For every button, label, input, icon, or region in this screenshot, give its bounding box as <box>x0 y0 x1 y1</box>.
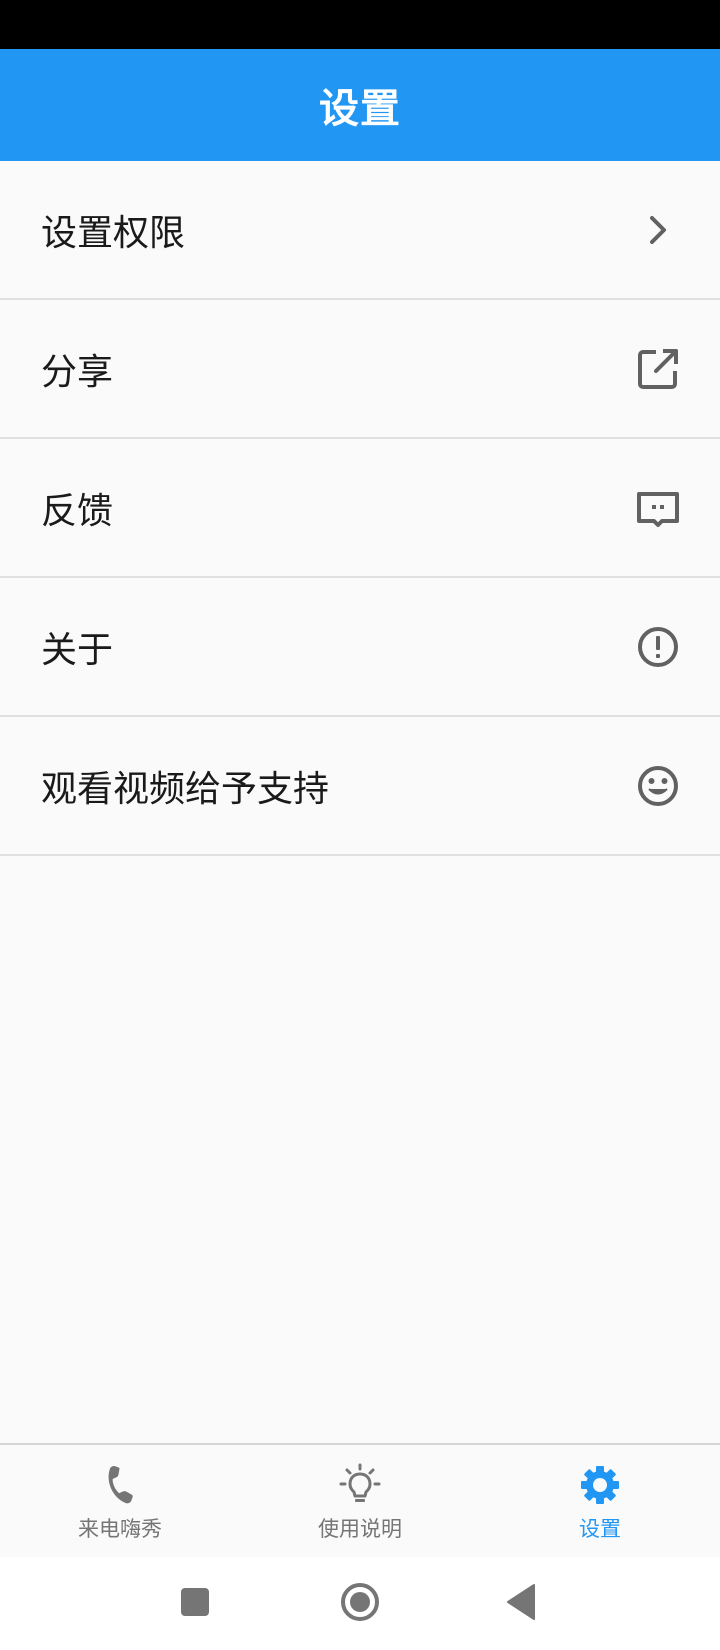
recents-square-icon[interactable] <box>170 1577 220 1627</box>
open-in-new-icon <box>636 347 680 391</box>
nav-item-label: 使用说明 <box>318 1517 402 1541</box>
settings-item-label: 设置权限 <box>41 212 186 254</box>
info-alert-icon <box>636 625 680 669</box>
settings-item-label: 关于 <box>41 629 114 671</box>
settings-item-label: 观看视频给予支持 <box>41 768 330 810</box>
system-navigation-bar <box>0 1557 720 1650</box>
chevron-right-icon <box>636 208 680 252</box>
phone-icon <box>98 1463 142 1507</box>
nav-item-label: 来电嗨秀 <box>78 1517 162 1541</box>
home-circle-icon[interactable] <box>335 1577 385 1627</box>
status-bar <box>0 0 720 49</box>
settings-item-share[interactable]: 分享 <box>0 300 720 439</box>
page-title: 设置 <box>319 86 401 132</box>
settings-item-feedback[interactable]: 反馈 <box>0 439 720 578</box>
settings-list: 设置权限 分享 反馈 关于 观看视频给予支持 <box>0 161 720 856</box>
bottom-navigation: 来电嗨秀 使用说明 设置 <box>0 1443 720 1557</box>
settings-item-label: 分享 <box>41 351 114 393</box>
smiley-face-icon <box>636 764 680 808</box>
nav-item-call-show[interactable]: 来电嗨秀 <box>0 1445 240 1557</box>
settings-item-permissions[interactable]: 设置权限 <box>0 161 720 300</box>
nav-item-label: 设置 <box>579 1517 621 1541</box>
settings-item-watch-video[interactable]: 观看视频给予支持 <box>0 717 720 856</box>
settings-item-label: 反馈 <box>41 490 114 532</box>
gear-icon <box>578 1463 622 1507</box>
nav-item-settings[interactable]: 设置 <box>480 1445 720 1557</box>
settings-item-about[interactable]: 关于 <box>0 578 720 717</box>
app-bar: 设置 <box>0 49 720 161</box>
nav-item-instructions[interactable]: 使用说明 <box>240 1445 480 1557</box>
settings-screen: 设置 设置权限 分享 反馈 关于 观看视频给予支持 来电嗨秀 使用说明 设置 <box>0 0 720 1650</box>
back-triangle-icon[interactable] <box>498 1577 548 1627</box>
lightbulb-icon <box>338 1463 382 1507</box>
feedback-message-icon <box>636 486 680 530</box>
